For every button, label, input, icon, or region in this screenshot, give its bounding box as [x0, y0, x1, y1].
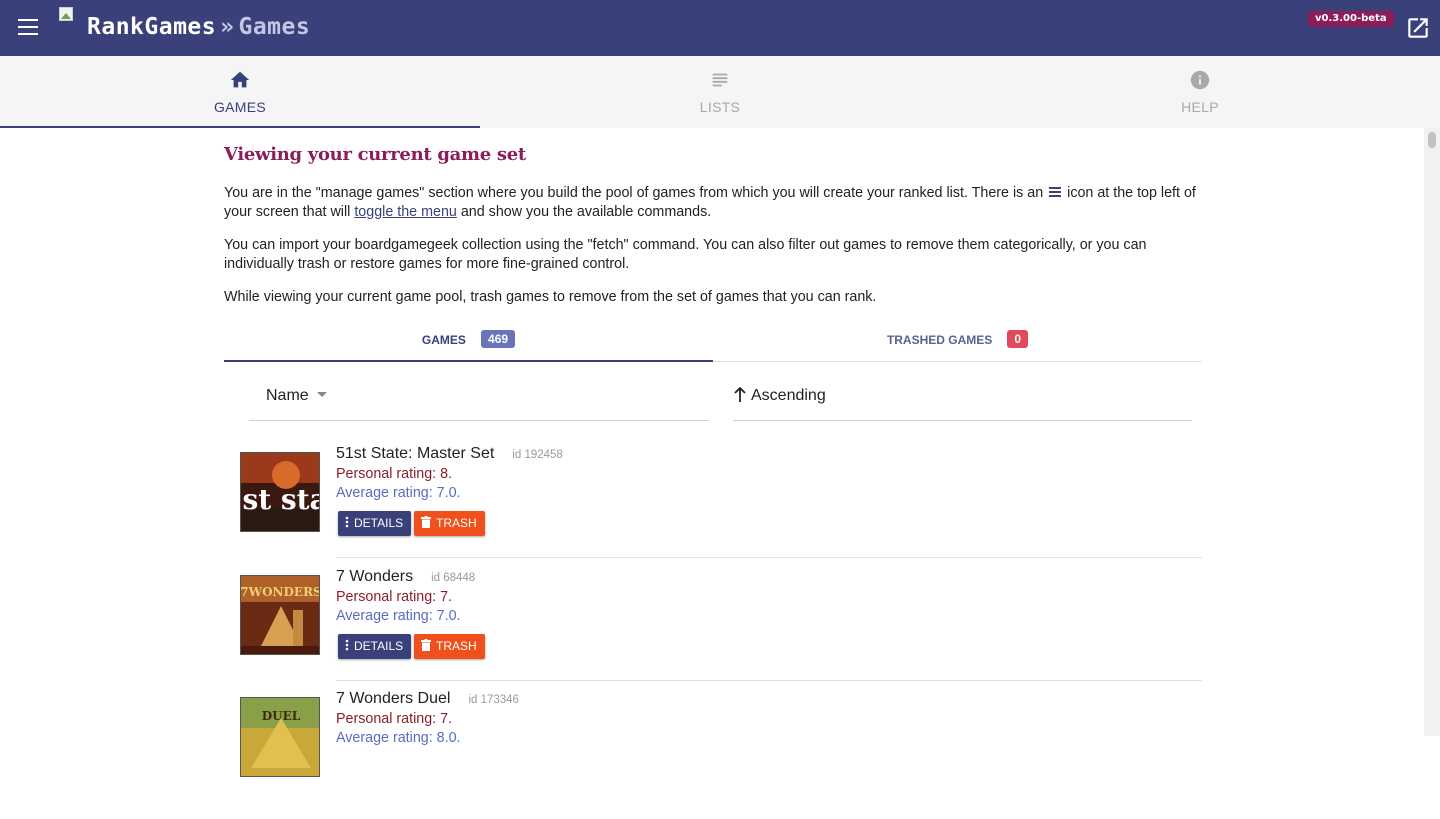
- more-vert-icon: [345, 516, 349, 528]
- list-icon: [712, 73, 728, 87]
- title-separator: »: [220, 14, 235, 40]
- game-set-tabs: GAMES 469 TRASHED GAMES 0: [224, 328, 1202, 362]
- game-title: 7 Wonders: [336, 568, 414, 585]
- games-count-badge: 469: [481, 330, 516, 348]
- personal-rating: Personal rating: 8.: [336, 466, 453, 482]
- cover-art: 7WONDERS: [241, 576, 320, 654]
- hamburger-icon: [18, 19, 38, 21]
- intro-paragraph-2: You can import your boardgamegeek collec…: [224, 237, 1147, 272]
- list-item: 7WONDERS 7 Wonders id 68448 Personal rati…: [240, 568, 1202, 697]
- trash-label: TRASH: [436, 639, 477, 653]
- intro-paragraph-3: While viewing your current game pool, tr…: [224, 289, 877, 305]
- tab-lists[interactable]: LISTS: [480, 56, 960, 128]
- main-nav: GAMES LISTS HELP: [0, 56, 1440, 128]
- menu-toggle-button[interactable]: [18, 19, 38, 37]
- info-icon: [1190, 70, 1210, 90]
- average-rating: Average rating: 8.0.: [336, 730, 461, 746]
- game-name: 7 Wonders id 68448: [336, 568, 475, 586]
- tab-help-label: HELP: [1181, 99, 1219, 115]
- row-divider: [336, 680, 1202, 681]
- sort-field-value: Name: [266, 387, 309, 404]
- game-title: 7 Wonders Duel: [336, 690, 451, 707]
- tab-help[interactable]: HELP: [960, 56, 1440, 128]
- chevron-down-icon: [317, 392, 327, 397]
- game-cover-image: 7WONDERS: [240, 575, 320, 655]
- details-label: DETAILS: [354, 516, 404, 530]
- personal-rating: Personal rating: 7.: [336, 711, 453, 727]
- game-title: 51st State: Master Set: [336, 445, 495, 462]
- trash-icon: [421, 516, 431, 528]
- open-external-button[interactable]: [1405, 15, 1431, 41]
- trash-button[interactable]: TRASH: [414, 511, 485, 536]
- game-cover-image: 51st state: [240, 452, 320, 532]
- tab-trashed-games[interactable]: TRASHED GAMES 0: [713, 328, 1202, 362]
- brand-name: RankGames: [87, 14, 217, 40]
- arrow-up-icon: [734, 387, 746, 402]
- row-divider: [336, 557, 1202, 558]
- section-name: Games: [238, 14, 311, 40]
- tab-current-games-label: GAMES: [421, 333, 466, 347]
- tab-games[interactable]: GAMES: [0, 56, 480, 128]
- home-icon: [230, 71, 250, 88]
- tab-trashed-games-label: TRASHED GAMES: [886, 333, 993, 347]
- cover-art: 51st state: [241, 453, 320, 531]
- app-title: RankGames» Games: [87, 13, 310, 41]
- game-id: id 173346: [468, 694, 519, 706]
- game-cover-image: DUEL: [240, 697, 320, 777]
- intro-text-a: You are in the "manage games" section wh…: [224, 185, 1044, 201]
- cover-title: DUEL: [262, 709, 301, 723]
- active-tab-indicator: [0, 126, 480, 128]
- intro-paragraph-1: You are in the "manage games" section wh…: [224, 184, 1202, 222]
- tab-current-games[interactable]: GAMES 469: [224, 328, 713, 362]
- open-in-new-icon: [1408, 18, 1428, 38]
- inline-menu-icon: [1049, 187, 1062, 197]
- broken-image-glyph: [61, 13, 71, 19]
- version-badge: v0.3.00-beta: [1308, 11, 1394, 27]
- intro-text-c: and show you the available commands.: [460, 204, 712, 220]
- game-id: id 192458: [512, 449, 563, 461]
- average-rating: Average rating: 7.0.: [336, 608, 461, 624]
- app-bar: RankGames» Games v0.3.00-beta: [0, 0, 1440, 56]
- details-button[interactable]: DETAILS: [338, 634, 412, 659]
- list-item: DUEL 7 Wonders Duel id 173346 Personal ra…: [240, 690, 1202, 819]
- sort-order-value: Ascending: [751, 387, 826, 404]
- scrollbar-thumb[interactable]: [1428, 132, 1436, 148]
- more-vert-icon: [345, 639, 349, 651]
- page-title: Viewing your current game set: [224, 144, 526, 165]
- personal-rating: Personal rating: 7.: [336, 589, 453, 605]
- tab-lists-label: LISTS: [699, 99, 741, 115]
- trash-label: TRASH: [436, 516, 477, 530]
- game-id: id 68448: [431, 572, 476, 584]
- hamburger-line: [18, 26, 38, 28]
- cover-art: DUEL: [241, 698, 319, 776]
- details-label: DETAILS: [354, 639, 404, 653]
- average-rating: Average rating: 7.0.: [336, 485, 461, 501]
- trash-button[interactable]: TRASH: [414, 634, 485, 659]
- toggle-menu-link[interactable]: toggle the menu: [354, 204, 457, 220]
- trashed-count-badge: 0: [1007, 330, 1029, 348]
- trash-icon: [421, 639, 431, 651]
- cover-title: 51st state: [241, 483, 320, 516]
- scrollbar-track[interactable]: [1424, 128, 1440, 736]
- game-name: 7 Wonders Duel id 173346: [336, 690, 519, 708]
- tab-games-label: GAMES: [213, 99, 267, 115]
- sort-field-select[interactable]: Name: [249, 382, 709, 421]
- hamburger-line: [18, 33, 38, 35]
- logo-image: [59, 7, 75, 23]
- cover-title: 7WONDERS: [241, 585, 320, 599]
- list-item: 51st state 51st State: Master Set id 1924…: [240, 445, 1202, 574]
- sort-order-toggle[interactable]: Ascending: [733, 382, 1192, 421]
- game-name: 51st State: Master Set id 192458: [336, 445, 563, 463]
- details-button[interactable]: DETAILS: [338, 511, 412, 536]
